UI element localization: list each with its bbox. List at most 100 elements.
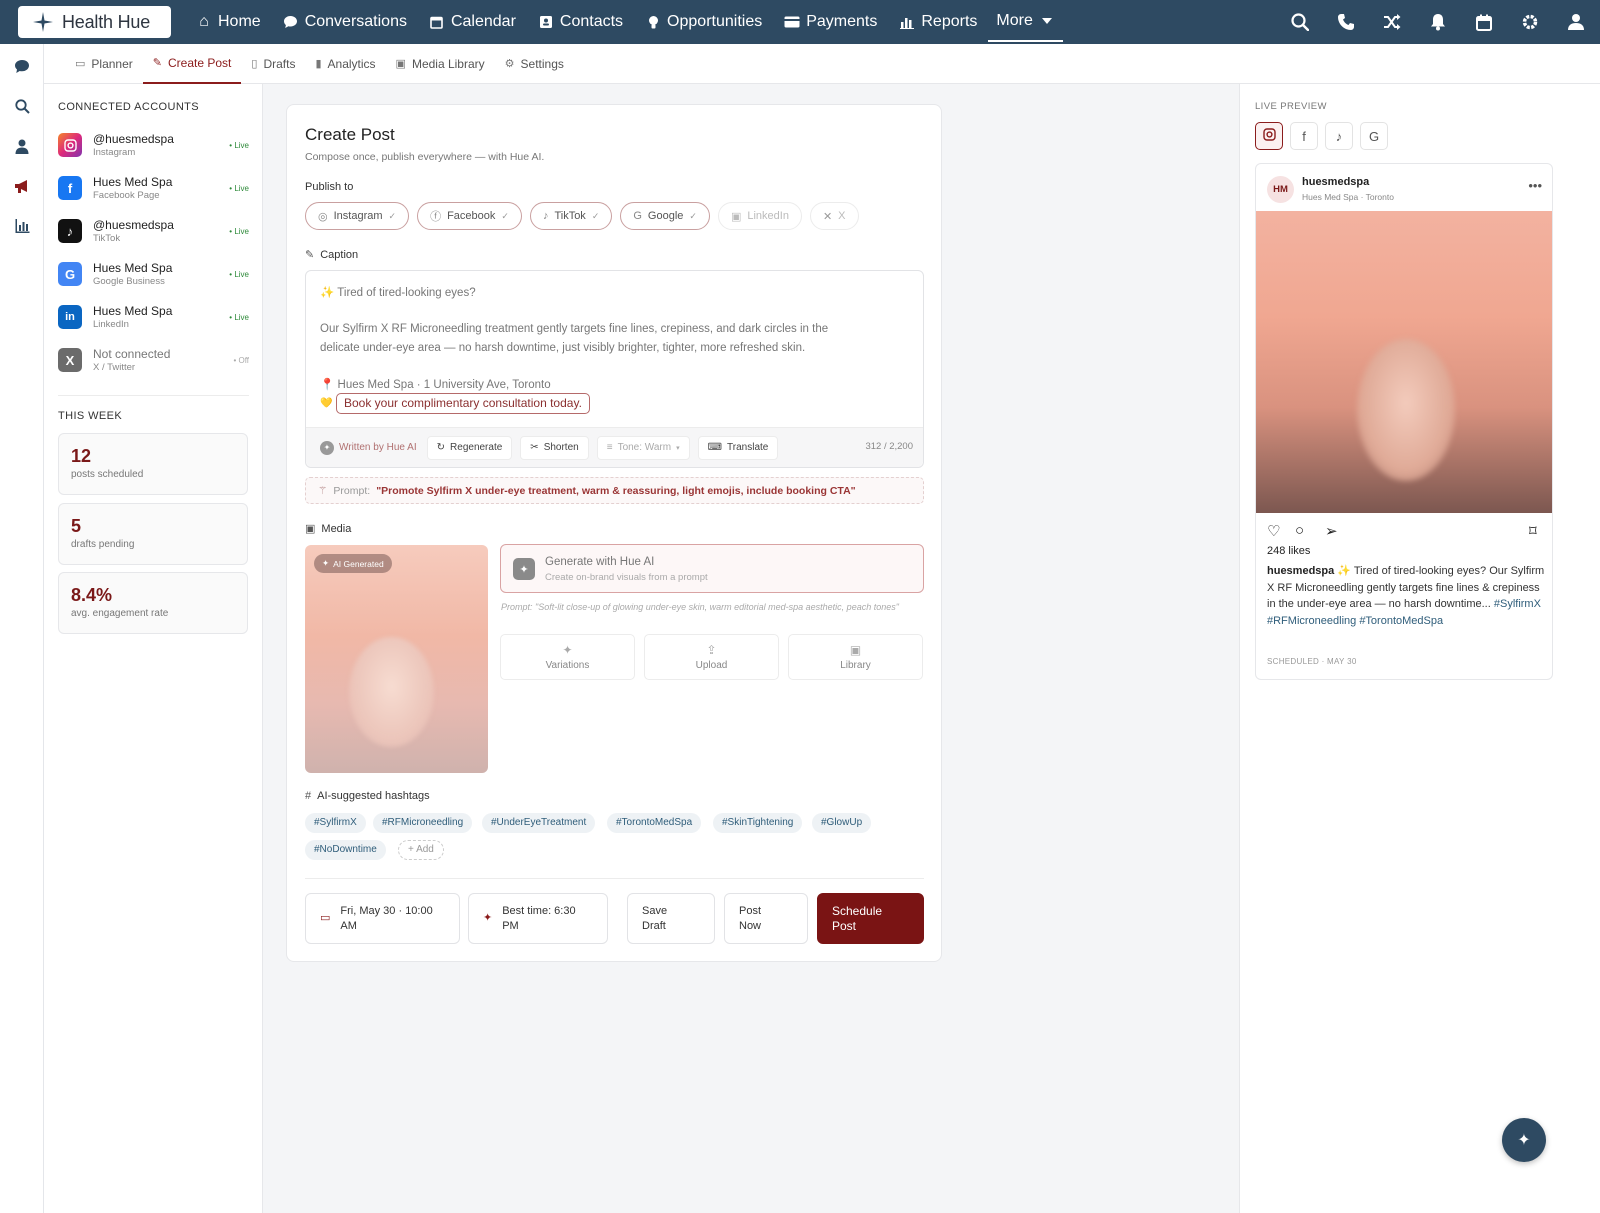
shorten-button[interactable]: ✂ Shorten <box>520 435 589 460</box>
chip-x[interactable]: ✕ X <box>809 202 859 230</box>
account-item[interactable]: G Hues Med Spa Google Business • Live <box>58 257 249 291</box>
edit-icon: ✎ <box>152 57 162 69</box>
app-logo[interactable]: Health Hue <box>18 6 171 38</box>
chip-google[interactable]: G Google ✓ <box>620 202 710 230</box>
save-draft-button[interactable]: Save Draft <box>627 893 715 944</box>
google-icon: G <box>58 262 82 286</box>
ai-prompt-bar[interactable]: ⚚ Prompt: "Promote Sylfirm X under-eye t… <box>305 477 924 504</box>
nav-reports[interactable]: Reports <box>888 0 988 44</box>
x-icon: X <box>58 348 82 372</box>
linkedin-icon: ▣ <box>730 210 742 223</box>
chip-tiktok[interactable]: ♪ TikTok ✓ <box>529 202 613 230</box>
preview-tab-google[interactable]: G <box>1360 122 1388 150</box>
search-icon[interactable] <box>13 97 31 115</box>
image-subject <box>1357 339 1455 481</box>
caption-editor[interactable]: ✨ Tired of tired-looking eyes? Our Sylfi… <box>305 270 924 468</box>
generate-with-ai-button[interactable]: ✦ Generate with Hue AI Create on-brand v… <box>500 544 924 593</box>
upload-button[interactable]: ⇪ Upload <box>644 634 779 680</box>
user-icon[interactable] <box>13 137 31 155</box>
caret-down-icon: ▾ <box>676 444 680 452</box>
search-icon[interactable] <box>1290 12 1310 32</box>
facebook-icon: ⓕ <box>430 211 442 223</box>
phone-icon[interactable] <box>1336 12 1356 32</box>
calendar-icon: ▭ <box>75 58 86 70</box>
calendar-icon[interactable] <box>1474 12 1494 32</box>
send-icon[interactable]: ➢ <box>1325 522 1338 540</box>
generated-image[interactable]: ✦ AI Generated <box>305 545 488 773</box>
hashtag-chip[interactable]: #NoDowntime <box>305 840 386 860</box>
account-item[interactable]: f Hues Med Spa Facebook Page • Live <box>58 171 249 205</box>
tab-analytics[interactable]: ▮ Analytics <box>305 44 385 84</box>
megaphone-icon[interactable] <box>13 177 31 195</box>
tiktok-icon: ♪ <box>542 210 549 222</box>
user-icon[interactable] <box>1566 12 1586 32</box>
nav-calendar[interactable]: Calendar <box>418 0 527 44</box>
nav-conversations[interactable]: Conversations <box>272 0 418 44</box>
gear-icon[interactable] <box>1520 12 1540 32</box>
tab-drafts[interactable]: ▯ Drafts <box>241 44 305 84</box>
hashtag-chip[interactable]: #SkinTightening <box>713 813 803 833</box>
tab-media-library[interactable]: ▣ Media Library <box>386 44 495 84</box>
home-icon: ⌂ <box>199 13 209 30</box>
schedule-post-button[interactable]: Schedule Post <box>817 893 924 944</box>
linkedin-icon: in <box>58 305 82 329</box>
magic-wand-icon: ⚚ <box>318 484 328 497</box>
account-name: @huesmedspa <box>93 132 174 146</box>
magic-wand-icon: ✦ <box>1517 1132 1531 1149</box>
tone-select[interactable]: ≡ Tone: Warm ▾ <box>596 435 690 460</box>
nav-home[interactable]: ⌂ Home <box>185 0 272 44</box>
hashtag-chip[interactable]: #GlowUp <box>812 813 872 833</box>
preview-tab-tiktok[interactable]: ♪ <box>1325 122 1353 150</box>
hashtag-chip[interactable]: #TorontoMedSpa <box>607 813 702 833</box>
account-item[interactable]: @huesmedspa Instagram • Live <box>58 128 249 162</box>
add-hashtag-button[interactable]: + Add <box>398 840 444 860</box>
refresh-icon: ↻ <box>436 442 446 453</box>
document-icon: ▯ <box>251 58 258 70</box>
ai-assistant-button[interactable]: ✦ <box>1502 1118 1546 1162</box>
library-button[interactable]: ▣ Library <box>788 634 923 680</box>
best-time-suggestion[interactable]: ✦ Best time: 6:30 PM <box>468 893 608 944</box>
caret-down-icon <box>1039 13 1055 29</box>
tab-create-post[interactable]: ✎ Create Post <box>142 44 242 84</box>
comment-icon[interactable]: ○ <box>1295 522 1304 539</box>
chip-linkedin[interactable]: ▣ LinkedIn <box>717 202 802 230</box>
scheduled-label: SCHEDULED · MAY 30 <box>1267 657 1357 666</box>
nav-more[interactable]: More <box>988 2 1063 42</box>
tab-settings[interactable]: ⚙ Settings <box>495 44 574 84</box>
account-item[interactable]: in Hues Med Spa LinkedIn • Live <box>58 300 249 334</box>
more-options-icon[interactable]: ••• <box>1528 178 1542 193</box>
bell-icon[interactable] <box>1428 12 1448 32</box>
account-item[interactable]: ♪ @huesmedspa TikTok • Live <box>58 214 249 248</box>
preview-tab-facebook[interactable]: f <box>1290 122 1318 150</box>
create-post-card: Create Post Compose once, publish everyw… <box>286 104 942 962</box>
preview-username: huesmedspa <box>1302 176 1370 188</box>
bookmark-icon[interactable]: ⌑ <box>1529 522 1537 540</box>
schedule-date-picker[interactable]: ▭ Fri, May 30 · 10:00 AM <box>305 893 460 944</box>
regenerate-button[interactable]: ↻ Regenerate <box>426 435 513 460</box>
chat-icon[interactable] <box>13 57 31 75</box>
google-icon: G <box>633 210 642 222</box>
bar-chart-icon[interactable] <box>13 217 31 235</box>
hashtag-chip[interactable]: #RFMicroneedling <box>373 813 473 833</box>
chip-instagram[interactable]: ◎ Instagram ✓ <box>305 202 410 230</box>
heart-icon[interactable]: ♡ <box>1267 522 1280 540</box>
shuffle-icon[interactable] <box>1382 12 1402 32</box>
tab-planner[interactable]: ▭ Planner <box>65 44 143 84</box>
account-item[interactable]: X Not connected X / Twitter • Off <box>58 343 249 377</box>
variations-button[interactable]: ✦ Variations <box>500 634 635 680</box>
caption-cta[interactable]: Book your complimentary consultation tod… <box>336 393 590 414</box>
preview-tab-instagram[interactable] <box>1255 122 1283 150</box>
translate-button[interactable]: ⌨ Translate <box>697 435 779 460</box>
nav-payments[interactable]: Payments <box>773 0 888 44</box>
instagram-icon <box>1262 128 1276 144</box>
chip-facebook[interactable]: ⓕ Facebook ✓ <box>417 202 522 230</box>
nav-opportunities[interactable]: Opportunities <box>634 0 773 44</box>
stat-card: 12 posts scheduled <box>58 433 248 495</box>
nav-contacts[interactable]: Contacts <box>527 0 634 44</box>
check-icon: ✓ <box>388 210 397 221</box>
stat-value: 5 <box>71 516 82 536</box>
hashtag-chip[interactable]: #UnderEyeTreatment <box>482 813 596 833</box>
bar-chart-icon <box>899 14 915 30</box>
post-now-button[interactable]: Post Now <box>724 893 808 944</box>
hashtag-chip[interactable]: #SylfirmX <box>305 813 366 833</box>
